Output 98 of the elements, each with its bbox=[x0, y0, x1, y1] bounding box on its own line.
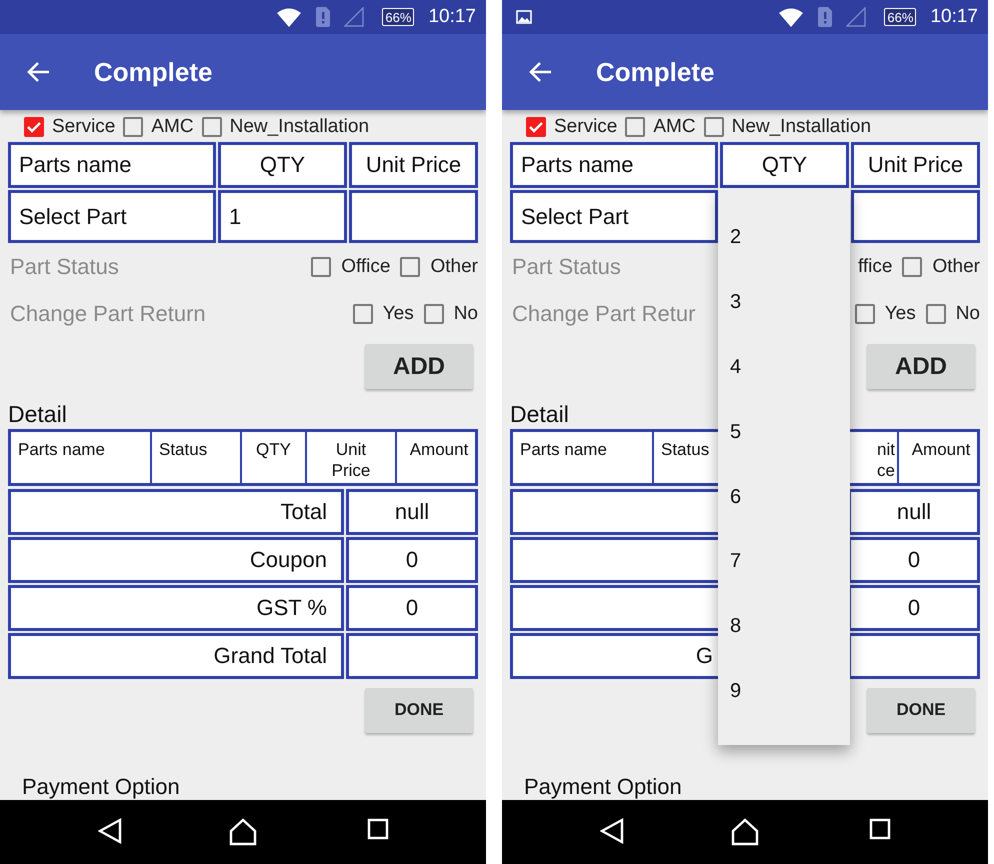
column-header: ce bbox=[877, 460, 895, 482]
back-arrow-icon[interactable] bbox=[528, 61, 552, 83]
total-label-cell: Coupon bbox=[8, 536, 344, 583]
dropdown-option[interactable]: 4 bbox=[718, 356, 850, 421]
section-title: Payment Option bbox=[524, 774, 683, 800]
checkbox-label: AMC bbox=[151, 116, 194, 138]
column-header: Parts name bbox=[510, 142, 718, 188]
checkbox[interactable] bbox=[424, 304, 444, 324]
column-header: Status bbox=[661, 439, 710, 460]
total-value-cell: 0 bbox=[848, 536, 980, 583]
checkbox[interactable] bbox=[123, 117, 144, 137]
signal-icon bbox=[846, 7, 866, 27]
column-header: QTY bbox=[720, 142, 849, 188]
total-value-cell: null bbox=[848, 488, 980, 535]
dropdown-option[interactable]: 5 bbox=[718, 420, 850, 486]
signal-icon bbox=[344, 7, 364, 27]
checkbox[interactable] bbox=[902, 256, 922, 276]
column-header: Unit Price bbox=[851, 142, 980, 188]
checkbox-label: No bbox=[454, 302, 478, 324]
unit-price-field[interactable] bbox=[349, 190, 478, 243]
checkbox-label: No bbox=[956, 302, 980, 324]
section-title: Payment Option bbox=[22, 774, 181, 800]
section-title: Detail bbox=[510, 401, 570, 428]
dropdown-option[interactable]: 7 bbox=[718, 550, 850, 616]
back-arrow-icon[interactable] bbox=[26, 61, 50, 83]
dropdown-option[interactable]: 6 bbox=[718, 486, 850, 550]
dropdown-option[interactable]: 3 bbox=[718, 290, 850, 356]
checkbox[interactable] bbox=[400, 256, 420, 276]
recent-apps-icon[interactable] bbox=[367, 818, 389, 840]
unit-price-field[interactable] bbox=[851, 190, 980, 243]
battery-indicator: 66% bbox=[884, 8, 916, 26]
checkbox-label: ffice bbox=[858, 256, 892, 278]
checkbox[interactable] bbox=[926, 304, 946, 324]
wifi-icon bbox=[778, 7, 804, 27]
checkbox-label: Office bbox=[341, 256, 390, 278]
part-select[interactable]: Select Part bbox=[510, 190, 718, 243]
checkbox[interactable] bbox=[202, 117, 222, 137]
total-value-cell: 0 bbox=[346, 584, 478, 631]
section-title: Detail bbox=[8, 401, 68, 428]
column-header: Price bbox=[332, 460, 370, 482]
sim-card-icon bbox=[316, 7, 330, 27]
back-icon[interactable] bbox=[98, 818, 122, 844]
checkbox-label: Other bbox=[430, 256, 478, 278]
qty-field[interactable]: 1 bbox=[218, 190, 347, 243]
recent-apps-icon[interactable] bbox=[869, 818, 891, 840]
column-header: Parts name bbox=[18, 439, 105, 460]
part-select[interactable]: Select Part bbox=[8, 190, 216, 243]
checkbox-label: AMC bbox=[653, 116, 696, 138]
screen-title: Complete bbox=[596, 56, 714, 88]
sim-card-icon bbox=[818, 7, 832, 27]
column-header: Amount bbox=[912, 439, 970, 460]
done-button[interactable]: DONE bbox=[365, 688, 473, 734]
home-icon[interactable] bbox=[731, 818, 759, 846]
checkbox-label: Other bbox=[932, 256, 980, 278]
clock-time: 10:17 bbox=[428, 6, 476, 28]
column-header: Status bbox=[159, 439, 208, 460]
checkbox[interactable] bbox=[625, 117, 646, 137]
column-header: Unit bbox=[336, 439, 366, 460]
checkbox-label: Service bbox=[554, 116, 618, 138]
back-icon[interactable] bbox=[600, 818, 624, 844]
column-header: QTY bbox=[256, 439, 291, 460]
checkbox-label: Yes bbox=[884, 302, 916, 324]
total-value-cell: 0 bbox=[848, 584, 980, 631]
home-icon[interactable] bbox=[229, 818, 257, 846]
add-button[interactable]: ADD bbox=[867, 344, 975, 390]
checkbox-label: Yes bbox=[382, 302, 414, 324]
dropdown-option[interactable]: 2 bbox=[718, 226, 850, 291]
total-value-cell: null bbox=[346, 488, 478, 535]
column-header: Parts name bbox=[8, 142, 216, 188]
total-value-cell: 0 bbox=[346, 536, 478, 583]
dropdown-option[interactable]: 9 bbox=[718, 680, 850, 745]
column-header: Amount bbox=[410, 439, 468, 460]
column-header: QTY bbox=[218, 142, 347, 188]
total-label-cell: Total bbox=[8, 488, 344, 535]
checkbox[interactable] bbox=[352, 304, 373, 324]
screen-title: Complete bbox=[94, 56, 212, 88]
clock-time: 10:17 bbox=[930, 6, 978, 28]
total-label-cell: Grand Total bbox=[8, 632, 344, 679]
checkbox-label: New_Installation bbox=[230, 116, 370, 138]
checkbox-label: Service bbox=[52, 116, 116, 138]
field-label: Part Status bbox=[10, 254, 119, 280]
checkbox[interactable] bbox=[854, 304, 875, 324]
column-header: Parts name bbox=[520, 439, 607, 460]
checkbox-label: New_Installation bbox=[732, 116, 872, 138]
battery-indicator: 66% bbox=[382, 8, 414, 26]
checkbox[interactable] bbox=[24, 117, 44, 137]
column-header: nit bbox=[877, 439, 895, 460]
total-label-cell: GST % bbox=[8, 584, 344, 631]
column-header: Unit Price bbox=[349, 142, 478, 188]
checkbox[interactable] bbox=[526, 117, 546, 137]
wifi-icon bbox=[276, 7, 302, 27]
field-label: Change Part Retur bbox=[512, 300, 696, 326]
field-label: Change Part Return bbox=[10, 300, 206, 326]
done-button[interactable]: DONE bbox=[867, 688, 975, 734]
field-label: Part Status bbox=[512, 254, 621, 280]
add-button[interactable]: ADD bbox=[365, 344, 473, 390]
checkbox[interactable] bbox=[704, 117, 724, 137]
checkbox[interactable] bbox=[311, 256, 332, 276]
